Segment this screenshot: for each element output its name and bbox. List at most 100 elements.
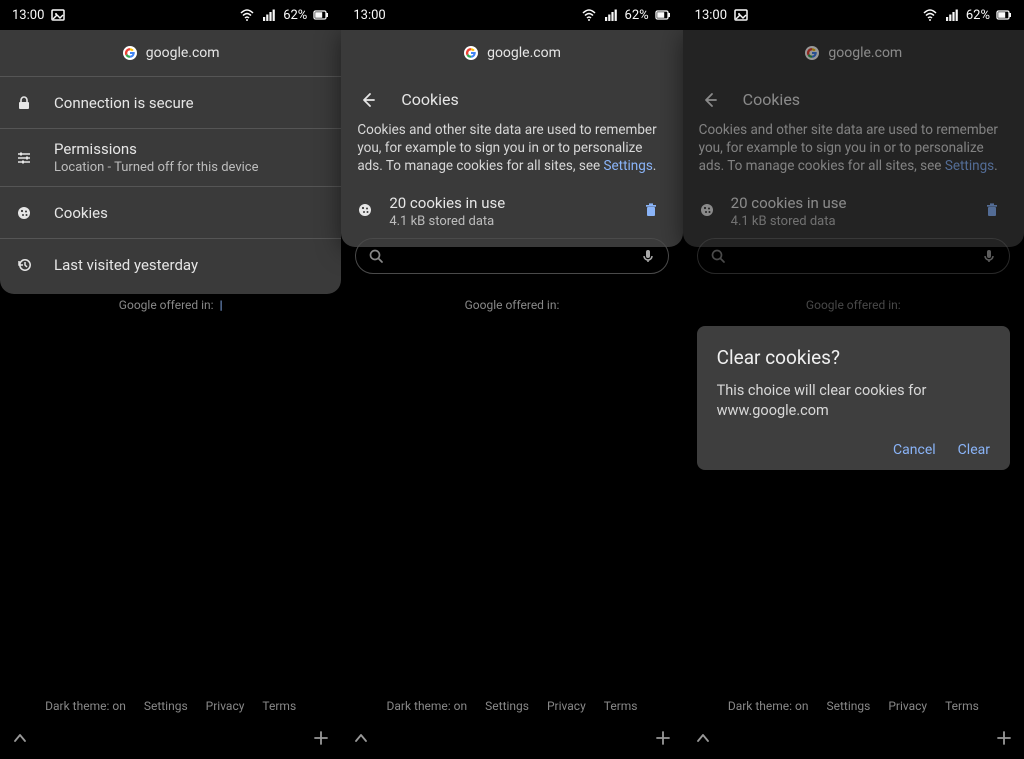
signal-icon [261, 7, 277, 23]
bottom-nav-2 [341, 717, 682, 759]
battery-text-3: 62% [966, 8, 990, 23]
mic-icon-3 [981, 248, 997, 264]
history-icon [16, 257, 32, 273]
footer-terms[interactable]: Terms [262, 699, 296, 713]
google-favicon-icon-3 [804, 45, 820, 61]
chevron-up-icon[interactable] [12, 730, 28, 746]
settings-link-3: Settings [945, 158, 994, 174]
footer-settings-3[interactable]: Settings [826, 699, 870, 713]
offered-pipe: | [220, 298, 223, 312]
plus-icon-2[interactable] [655, 730, 671, 746]
cookies-description: Cookies and other site data are used to … [341, 115, 682, 186]
cookie-icon [16, 205, 32, 221]
google-favicon-icon [122, 45, 138, 61]
sliders-icon [16, 150, 32, 166]
notification-icon-3 [733, 7, 749, 23]
cookies-sheet-dim: google.com Cookies Cookies and other sit… [683, 30, 1024, 247]
trash-icon-dim [978, 202, 1008, 220]
site-domain: google.com [146, 45, 220, 61]
footer-dark-theme-3[interactable]: Dark theme: on [728, 699, 809, 713]
pane-site-info: 13:00 62% google.com Connection is secur… [0, 0, 341, 759]
last-visited-label: Last visited yesterday [54, 256, 325, 274]
cookies-size: 4.1 kB stored data [389, 214, 622, 229]
page-footer-3: Dark theme: on Settings Privacy Terms [683, 699, 1024, 713]
notification-icon [50, 7, 66, 23]
google-offered-in-3: Google offered in: [683, 298, 1024, 312]
dialog-body: This choice will clear cookies for www.g… [717, 381, 990, 420]
search-bar[interactable] [355, 238, 668, 274]
status-bar-2: 13:00 62% [341, 0, 682, 30]
lock-icon [16, 95, 32, 111]
footer-dark-theme[interactable]: Dark theme: on [45, 699, 126, 713]
footer-privacy-3[interactable]: Privacy [888, 699, 927, 713]
status-time: 13:00 [12, 8, 44, 23]
signal-icon-3 [944, 7, 960, 23]
cookie-icon-3 [699, 202, 717, 220]
signal-icon-2 [603, 7, 619, 23]
cookies-sheet: google.com Cookies Cookies and other sit… [341, 30, 682, 247]
clear-cookies-dialog: Clear cookies? This choice will clear co… [697, 326, 1010, 470]
battery-icon-3 [996, 7, 1012, 23]
page-footer-2: Dark theme: on Settings Privacy Terms [341, 699, 682, 713]
trash-icon[interactable] [637, 202, 667, 220]
battery-icon-2 [655, 7, 671, 23]
wifi-icon-2 [581, 7, 597, 23]
footer-settings[interactable]: Settings [144, 699, 188, 713]
cookie-icon-2 [357, 202, 375, 220]
page-footer: Dark theme: on Settings Privacy Terms [0, 699, 341, 713]
google-offered-in: Google offered in:| [0, 298, 341, 312]
back-icon[interactable] [357, 92, 379, 108]
connection-secure-label: Connection is secure [54, 94, 325, 112]
permissions-label: Permissions [54, 140, 325, 158]
pane-cookies: 13:00 62% google.com Cookies Cookies and… [341, 0, 682, 759]
sheet-title-row-2: google.com [341, 30, 682, 76]
footer-settings-2[interactable]: Settings [485, 699, 529, 713]
footer-dark-theme-2[interactable]: Dark theme: on [386, 699, 467, 713]
pane-clear-dialog: 13:00 62% google.com Cookies Cookies and… [683, 0, 1024, 759]
google-favicon-icon-2 [463, 45, 479, 61]
cookies-count: 20 cookies in use [389, 194, 622, 212]
chevron-up-icon-3[interactable] [695, 730, 711, 746]
plus-icon-3[interactable] [996, 730, 1012, 746]
plus-icon[interactable] [313, 730, 329, 746]
cookies-title: Cookies [401, 90, 458, 109]
cookies-row[interactable]: Cookies [0, 186, 341, 238]
wifi-icon-3 [922, 7, 938, 23]
footer-terms-2[interactable]: Terms [604, 699, 638, 713]
status-bar-3: 13:00 62% [683, 0, 1024, 30]
status-bar: 13:00 62% [0, 0, 341, 30]
settings-link[interactable]: Settings [604, 158, 653, 174]
mic-icon[interactable] [640, 248, 656, 264]
bottom-nav-3 [683, 717, 1024, 759]
cookies-title-3: Cookies [743, 90, 800, 109]
footer-terms-3[interactable]: Terms [945, 699, 979, 713]
cookies-description-3: Cookies and other site data are used to … [683, 115, 1024, 186]
sheet-title-row: google.com [0, 30, 341, 76]
clear-button[interactable]: Clear [958, 442, 990, 458]
search-icon-3 [710, 248, 726, 264]
connection-secure-row[interactable]: Connection is secure [0, 76, 341, 128]
battery-icon [313, 7, 329, 23]
dialog-title: Clear cookies? [717, 346, 990, 369]
chevron-up-icon-2[interactable] [353, 730, 369, 746]
cookies-count-3: 20 cookies in use [731, 194, 964, 212]
back-icon-dim [699, 92, 721, 108]
cookies-size-3: 4.1 kB stored data [731, 214, 964, 229]
footer-privacy[interactable]: Privacy [206, 699, 245, 713]
battery-text: 62% [283, 8, 307, 23]
cookies-in-use-row: 20 cookies in use 4.1 kB stored data [341, 186, 682, 243]
site-domain-3: google.com [828, 45, 902, 61]
search-bar-dim [697, 238, 1010, 274]
search-icon [368, 248, 384, 264]
cancel-button[interactable]: Cancel [893, 442, 936, 458]
cookies-label: Cookies [54, 204, 325, 222]
permissions-row[interactable]: Permissions Location - Turned off for th… [0, 128, 341, 186]
site-info-sheet: google.com Connection is secure Permissi… [0, 30, 341, 294]
google-offered-in-2: Google offered in: [341, 298, 682, 312]
footer-privacy-2[interactable]: Privacy [547, 699, 586, 713]
status-time-3: 13:00 [695, 8, 727, 23]
permissions-sub: Location - Turned off for this device [54, 160, 325, 175]
battery-text-2: 62% [625, 8, 649, 23]
site-domain-2: google.com [487, 45, 561, 61]
last-visited-row[interactable]: Last visited yesterday [0, 238, 341, 290]
